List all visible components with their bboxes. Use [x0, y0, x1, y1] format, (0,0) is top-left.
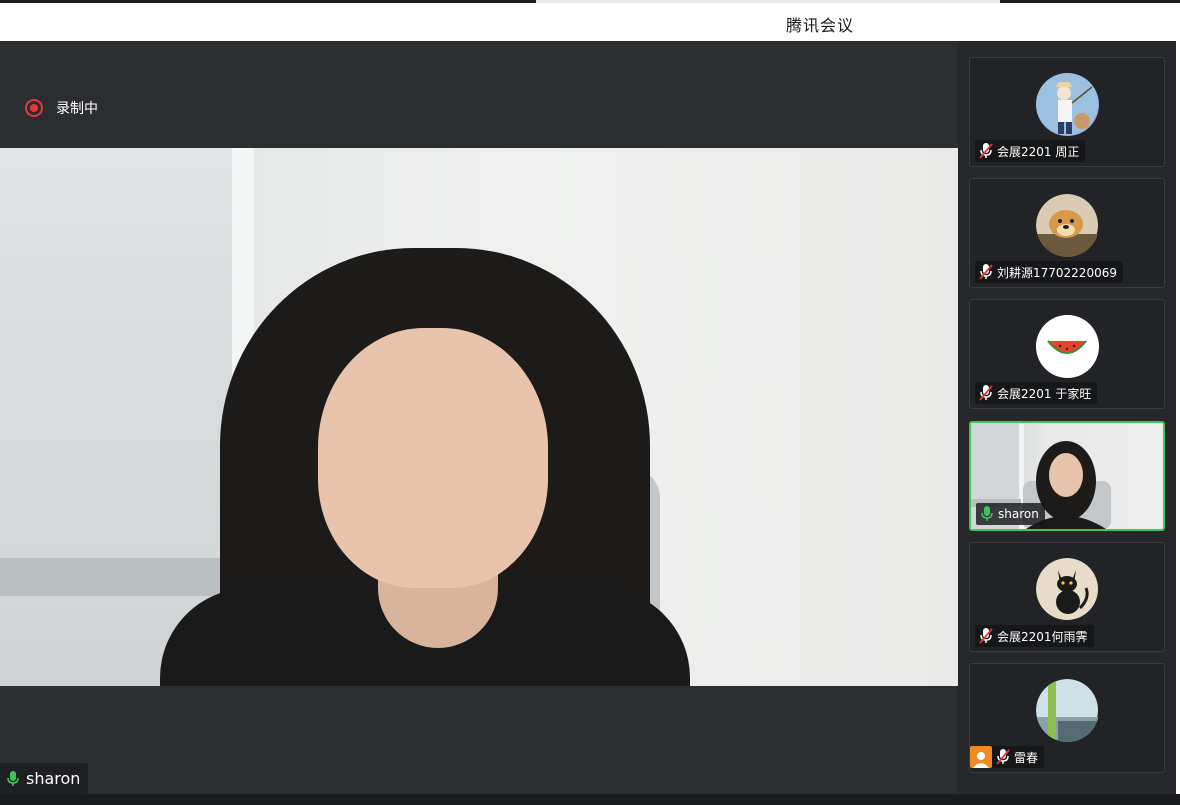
landscape-avatar	[1036, 679, 1099, 742]
participant-tile[interactable]: 雷春	[969, 663, 1165, 773]
top-edge-highlight	[536, 0, 1000, 3]
mic-muted-icon	[979, 264, 993, 280]
participant-label: 雷春	[970, 746, 1045, 768]
participant-label: 会展2201何雨霁	[975, 625, 1094, 647]
anime-fisherman-avatar	[1036, 73, 1099, 136]
participant-name: 会展2201 周正	[997, 144, 1080, 159]
mic-on-icon	[981, 506, 993, 521]
watermelon-avatar	[1036, 315, 1099, 378]
main-stage: 录制中 sharon	[0, 41, 958, 794]
participant-name: 雷春	[1014, 750, 1039, 765]
participant-label: sharon	[976, 503, 1045, 525]
recording-indicator[interactable]: 录制中	[25, 98, 98, 118]
record-icon	[25, 99, 43, 117]
participant-tile-active[interactable]: sharon	[969, 421, 1165, 531]
participant-label: 会展2201 于家旺	[975, 382, 1098, 404]
mic-muted-icon	[979, 143, 993, 159]
video-speaker-face	[318, 328, 548, 588]
participant-tile[interactable]: 会展2201 周正	[969, 57, 1165, 167]
bottom-toolbar-edge	[0, 794, 1180, 805]
mic-muted-icon	[979, 385, 993, 401]
window-title: 腾讯会议	[785, 16, 854, 35]
participant-sidebar: 会展2201 周正 刘耕源17702220069 会展2201 于家旺 shar…	[958, 41, 1176, 794]
title-bar: 腾讯会议	[0, 0, 1180, 41]
speaker-name: sharon	[26, 769, 81, 788]
participant-tile[interactable]: 刘耕源17702220069	[969, 178, 1165, 288]
participant-tile[interactable]: 会展2201 于家旺	[969, 299, 1165, 409]
main-video[interactable]	[0, 148, 958, 686]
participant-label: 会展2201 周正	[975, 140, 1086, 162]
host-person-icon	[970, 746, 992, 768]
participant-name: 会展2201何雨霁	[997, 629, 1088, 644]
mic-muted-icon	[996, 749, 1010, 765]
black-cat-avatar	[1036, 558, 1099, 621]
participant-name: sharon	[998, 507, 1039, 521]
participant-name: 刘耕源17702220069	[997, 265, 1117, 280]
participant-label: 刘耕源17702220069	[975, 261, 1123, 283]
mic-on-icon	[7, 770, 19, 786]
recording-label: 录制中	[56, 101, 98, 117]
participant-tile[interactable]: 会展2201何雨霁	[969, 542, 1165, 652]
video-window-sill	[0, 558, 245, 596]
sidebar-edge	[1176, 41, 1180, 794]
participant-name: 会展2201 于家旺	[997, 386, 1092, 401]
speaker-name-tag: sharon	[0, 763, 89, 794]
mic-muted-icon	[979, 628, 993, 644]
doge-dog-avatar	[1036, 194, 1099, 257]
